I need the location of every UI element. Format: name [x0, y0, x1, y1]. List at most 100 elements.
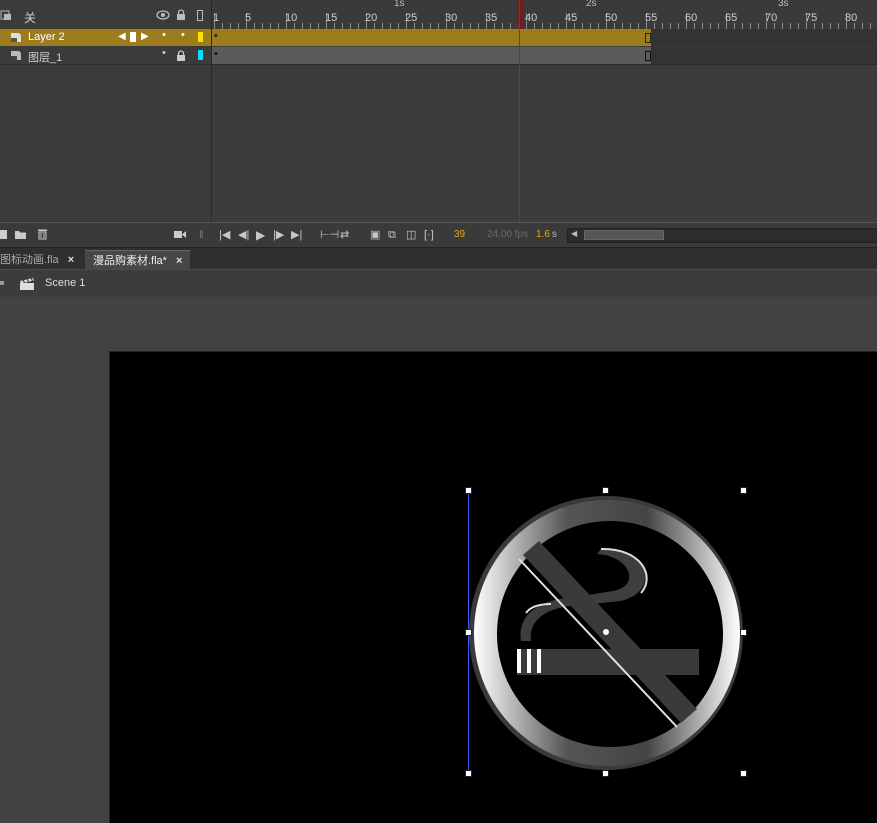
- frame-span[interactable]: [212, 29, 651, 46]
- lock-icon[interactable]: [176, 9, 186, 21]
- transform-handle-top-right[interactable]: [740, 487, 747, 494]
- fps-field[interactable]: 24.00 fps: [487, 228, 528, 242]
- modify-markers-icon[interactable]: [·]: [424, 228, 434, 242]
- camera-icon[interactable]: [174, 230, 187, 239]
- layer-row-layer-1[interactable]: 图层_1 •: [0, 47, 211, 65]
- edit-bar: Scene 1: [0, 269, 877, 298]
- ruler-number: 55: [645, 12, 658, 24]
- ruler-number: 5: [245, 12, 252, 24]
- ruler-number: 65: [725, 12, 738, 24]
- close-icon[interactable]: ×: [68, 254, 74, 266]
- keyframe-dot[interactable]: •: [214, 48, 218, 60]
- end-frame-marker[interactable]: [645, 33, 651, 43]
- onion-skin-icon[interactable]: ▣: [370, 228, 380, 242]
- lock-dot[interactable]: •: [181, 29, 185, 41]
- elapsed-value[interactable]: 1.6: [536, 229, 550, 240]
- ruler-seconds-label: 2s: [586, 0, 597, 9]
- play-icon[interactable]: ▶: [256, 228, 265, 242]
- layer-name[interactable]: Layer 2: [28, 31, 65, 43]
- end-frame-marker[interactable]: [645, 51, 651, 61]
- ruler-number: 40: [525, 12, 538, 24]
- back-icon[interactable]: [0, 281, 4, 285]
- tab-label[interactable]: 图标动画.fla: [0, 254, 59, 266]
- stage[interactable]: [109, 351, 877, 823]
- trash-icon[interactable]: [37, 228, 48, 240]
- eye-icon[interactable]: [156, 10, 170, 20]
- elapsed-time: 1.6 s: [536, 228, 557, 242]
- edit-multiple-frames-icon[interactable]: ◫: [406, 228, 416, 242]
- transform-handle-right[interactable]: [740, 629, 747, 636]
- transform-handle-bottom[interactable]: [602, 770, 609, 777]
- frame-row-layer-2[interactable]: •: [212, 29, 877, 46]
- outline-icon[interactable]: [197, 10, 203, 21]
- visibility-dot[interactable]: •: [162, 47, 166, 59]
- ruler-number: 35: [485, 12, 498, 24]
- ruler-number: 70: [765, 12, 778, 24]
- layer-icon: [11, 33, 21, 42]
- frame-span[interactable]: [212, 47, 651, 64]
- elapsed-unit: s: [551, 229, 557, 240]
- playhead-line[interactable]: [519, 0, 520, 222]
- ruler-number: 20: [365, 12, 378, 24]
- last-frame-icon[interactable]: ▶|: [291, 228, 302, 242]
- lock-icon[interactable]: [176, 50, 186, 62]
- ruler-seconds-label: 1s: [394, 0, 405, 9]
- timeline-toolbar: ‖ |◀ ◀| ▶ |▶ ▶| ⊢⊣ ⇄ ▣ ⧉ ◫ [·] 39 24.00 …: [0, 222, 877, 247]
- scroll-thumb[interactable]: [584, 230, 664, 240]
- layer-list: 关 Layer 2 ◀ ▶ • • 图层_1 •: [0, 0, 212, 222]
- layer-color-swatch[interactable]: [198, 50, 203, 60]
- new-layer-icon[interactable]: [0, 229, 8, 240]
- layer-options-icon[interactable]: [0, 9, 12, 21]
- keyframe-dot[interactable]: •: [214, 30, 218, 42]
- timeline-panel: 关 Layer 2 ◀ ▶ • • 图层_1 • 1 5 10 15 20 25…: [0, 0, 877, 247]
- transform-handle-bottom-left[interactable]: [465, 770, 472, 777]
- ruler-number: 10: [285, 12, 298, 24]
- new-folder-icon[interactable]: [14, 229, 27, 240]
- visibility-dot[interactable]: •: [162, 29, 166, 41]
- first-frame-icon[interactable]: |◀: [219, 228, 230, 242]
- timeline-hscrollbar[interactable]: ◀: [567, 228, 877, 243]
- current-frame-field[interactable]: 39: [454, 228, 465, 242]
- scene-label[interactable]: Scene 1: [45, 277, 85, 289]
- document-tabs: 图标动画.fla × 漫品购素材.fla* ×: [0, 247, 877, 271]
- next-keyframe-icon[interactable]: ▶: [141, 31, 149, 42]
- frame-ruler[interactable]: 1 5 10 15 20 25 30 35 40 45 50 55 60 65 70 75 80 1s 2s 3s: [212, 0, 877, 30]
- center-frame-icon[interactable]: ⊢⊣: [320, 228, 339, 242]
- onion-outline-icon[interactable]: ⧉: [388, 228, 396, 242]
- tab-material[interactable]: 漫品购素材.fla* ×: [85, 250, 191, 271]
- frame-row-layer-1[interactable]: •: [212, 47, 877, 65]
- ruler-number: 1: [213, 12, 220, 24]
- layer-color-swatch[interactable]: [198, 32, 203, 42]
- close-icon[interactable]: ×: [176, 255, 182, 267]
- ruler-number: 15: [325, 12, 338, 24]
- frames-area[interactable]: 1 5 10 15 20 25 30 35 40 45 50 55 60 65 70 75 80 1s 2s 3s •…: [212, 0, 877, 222]
- ruler-number: 45: [565, 12, 578, 24]
- ruler-number: 80: [845, 12, 858, 24]
- ruler-seconds-label: 3s: [778, 0, 789, 9]
- add-keyframe-icon[interactable]: [130, 32, 136, 42]
- ruler-number: 25: [405, 12, 418, 24]
- layer-name[interactable]: 图层_1: [28, 49, 62, 65]
- loop-icon[interactable]: ⇄: [340, 228, 349, 242]
- prev-keyframe-icon[interactable]: ◀: [118, 31, 126, 42]
- ruler-number: 30: [445, 12, 458, 24]
- ruler-number: 75: [805, 12, 818, 24]
- no-smoking-symbol[interactable]: [110, 352, 877, 823]
- panel-gripper[interactable]: ‖: [199, 228, 204, 242]
- scroll-left-icon[interactable]: ◀: [571, 229, 577, 238]
- transform-handle-bottom-right[interactable]: [740, 770, 747, 777]
- ruler-number: 50: [605, 12, 618, 24]
- tab-icon-animation[interactable]: 图标动画.fla ×: [0, 250, 83, 270]
- transform-handle-top-left[interactable]: [465, 487, 472, 494]
- transform-handle-left[interactable]: [465, 629, 472, 636]
- layer-header: 关: [0, 0, 211, 29]
- tab-label[interactable]: 漫品购素材.fla*: [93, 255, 167, 267]
- step-forward-icon[interactable]: |▶: [273, 228, 284, 242]
- ruler-number: 60: [685, 12, 698, 24]
- transform-point[interactable]: [603, 629, 609, 635]
- step-back-icon[interactable]: ◀|: [238, 228, 249, 242]
- transform-handle-top[interactable]: [602, 487, 609, 494]
- layer-header-label: 关: [24, 11, 37, 25]
- layer-icon: [11, 51, 21, 60]
- layer-row-layer-2[interactable]: Layer 2 ◀ ▶ • •: [0, 29, 211, 46]
